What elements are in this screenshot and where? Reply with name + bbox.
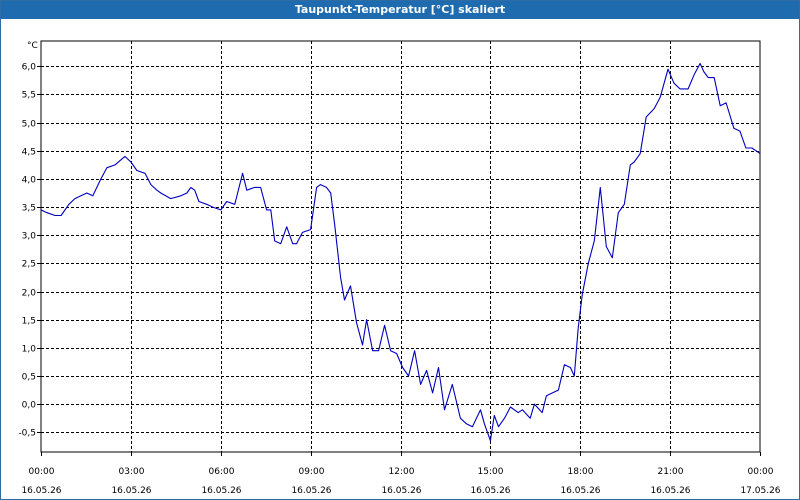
x-tick-time-label: 03:00	[119, 467, 145, 477]
x-tick-date-label: 16.05.26	[560, 486, 600, 496]
x-tick-time-label: 06:00	[209, 467, 235, 477]
y-tick-label: 0,0	[22, 401, 37, 411]
y-tick-label: 1,0	[22, 345, 37, 355]
y-tick-label: 6,0	[22, 63, 37, 73]
x-tick-date-label: 16.05.26	[201, 486, 241, 496]
x-tick-date-label: 16.05.26	[111, 486, 151, 496]
x-tick-time-label: 12:00	[389, 467, 415, 477]
x-tick-time-label: 18:00	[568, 467, 594, 477]
x-tick-date-label: 16.05.26	[291, 486, 331, 496]
x-tick-date-label: 16.05.26	[21, 486, 61, 496]
y-tick-label: 3,5	[22, 204, 36, 214]
plot-area	[40, 40, 761, 453]
x-tick-time-label: 09:00	[299, 467, 325, 477]
y-tick-label: 5,0	[22, 120, 37, 130]
y-tick-label: 0,5	[22, 373, 36, 383]
chart-window: Taupunkt-Temperatur [°C] skaliert 6,0 5,5…	[0, 0, 800, 500]
y-tick-label: 2,5	[22, 260, 36, 270]
x-tick-date-label: 17.05.26	[740, 486, 780, 496]
y-tick-label: 5,5	[22, 91, 36, 101]
y-tick-label: 2,0	[22, 289, 37, 299]
y-tick-label: 3,0	[22, 232, 37, 242]
dewpoint-chart: 6,0 5,5 5,0 4,5 4,0 3,5 3,0 2,5 2,0 1,5 1,0 0,5 0,0 -…	[18, 40, 781, 496]
y-tick-label: 4,5	[22, 148, 36, 158]
x-tick-date-label: 16.05.26	[470, 486, 510, 496]
x-axis-labels: 00:00 16.05.26 03:00 16.05.26 06:00 16.05.26 0…	[21, 467, 780, 496]
x-tick-date-label: 16.05.26	[650, 486, 690, 496]
x-tick-time-label: 15:00	[478, 467, 504, 477]
x-tick-time-label: 00:00	[748, 467, 774, 477]
y-tick-label: 1,5	[22, 317, 36, 327]
y-axis-labels: 6,0 5,5 5,0 4,5 4,0 3,5 3,0 2,5 2,0 1,5 1,0 0,5 0,0 -…	[18, 63, 36, 439]
x-tick-time-label: 21:00	[658, 467, 684, 477]
x-tick-date-label: 16.05.26	[381, 486, 421, 496]
y-tick-label: 4,0	[22, 176, 37, 186]
x-tick-time-label: 00:00	[29, 467, 55, 477]
y-tick-label: -0,5	[18, 429, 36, 439]
y-axis-unit: °C	[27, 41, 38, 51]
